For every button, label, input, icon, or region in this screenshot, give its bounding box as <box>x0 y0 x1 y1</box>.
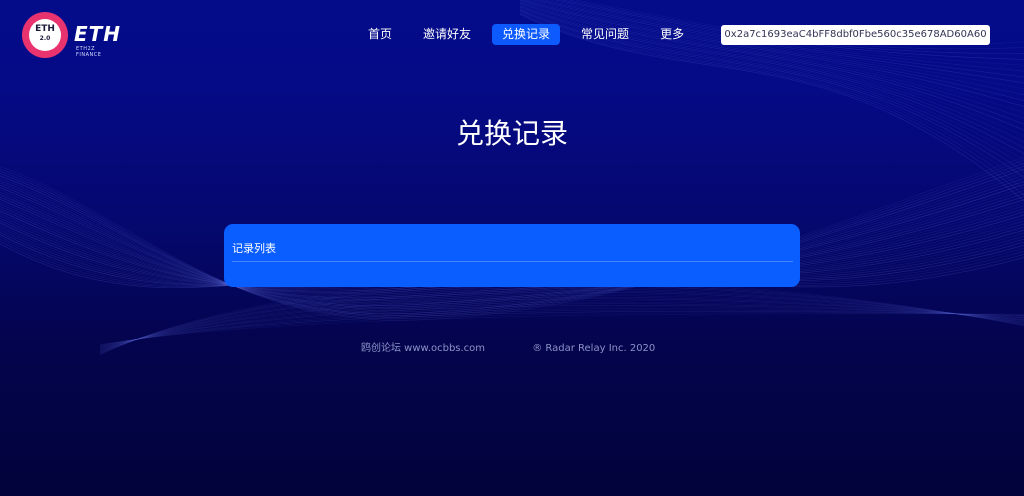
nav-item-home[interactable]: 首页 <box>358 24 402 45</box>
nav-item-invite-friends[interactable]: 邀请好友 <box>413 24 481 45</box>
footer: 鸥创论坛 www.ocbbs.com ® Radar Relay Inc. 20… <box>361 342 655 355</box>
records-card: 记录列表 <box>224 224 800 287</box>
footer-copyright: ® Radar Relay Inc. 2020 <box>532 343 656 354</box>
logo-badge-icon: ETH 2.0 <box>22 12 68 58</box>
logo-tagline: ETH2Z FINANCE <box>76 46 102 58</box>
footer-forum-link[interactable]: 鸥创论坛 www.ocbbs.com <box>361 342 485 355</box>
wallet-address-button[interactable]: 0x2a7c1693eaC4bFF8dbf0Fbe560c35e678AD60A… <box>721 25 990 45</box>
records-card-divider <box>232 261 793 262</box>
nav-item-faq[interactable]: 常见问题 <box>571 24 639 45</box>
records-card-title: 记录列表 <box>232 242 276 255</box>
main-nav: 首页 邀请好友 兑换记录 常见问题 更多 <box>358 24 705 45</box>
logo-badge-text: ETH <box>35 24 55 34</box>
brand-logo[interactable]: ETH 2.0 ETH ETH2Z FINANCE <box>22 12 122 62</box>
nav-item-more[interactable]: 更多 <box>650 24 694 45</box>
logo-badge-sub: 2.0 <box>39 35 51 42</box>
nav-item-exchange-records[interactable]: 兑换记录 <box>492 24 561 45</box>
logo-wordmark: ETH <box>74 22 122 46</box>
page-title: 兑换记录 <box>455 117 568 150</box>
top-navigation-bar: ETH 2.0 ETH ETH2Z FINANCE 首页 邀请好友 兑换记录 常… <box>0 0 1024 72</box>
